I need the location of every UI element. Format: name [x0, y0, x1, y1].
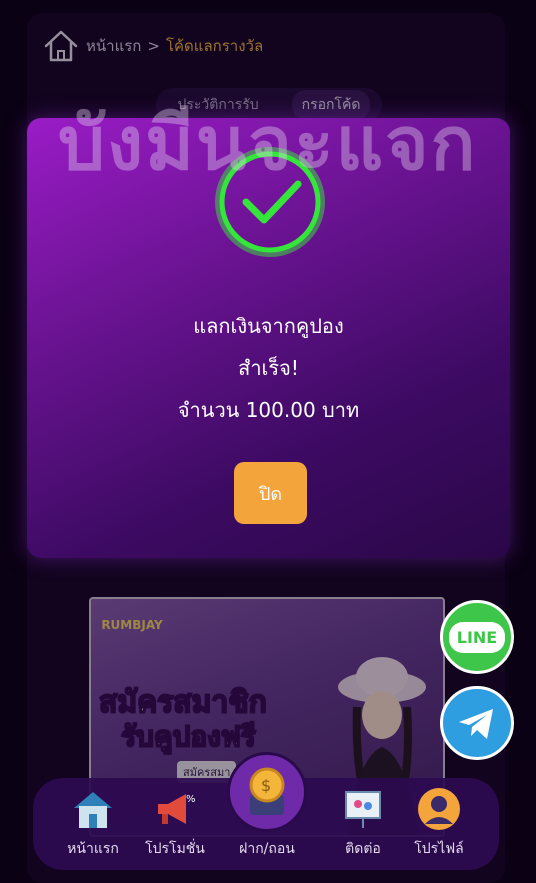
svg-text:%: % [186, 794, 196, 805]
profile-icon [418, 788, 460, 830]
megaphone-icon: % [158, 794, 196, 824]
success-dialog: แลกเงินจากคูปอง สำเร็จ! จำนวน 100.00 บาท… [27, 118, 510, 558]
line-icon: LINE [448, 621, 506, 653]
deposit-circle: $ [227, 752, 307, 832]
dialog-amount: จำนวน 100.00 บาท [177, 398, 360, 422]
nav-promotions-label: โปรโมชั่น [145, 841, 205, 857]
house-icon [74, 792, 112, 828]
close-button[interactable]: ปิด [234, 462, 307, 524]
telegram-contact-button[interactable] [440, 686, 514, 760]
contact-board-icon [345, 791, 381, 828]
coin-icon: $ [249, 767, 285, 815]
nav-deposit-withdraw-label: ฝาก/ถอน [239, 841, 295, 857]
nav-contact-label: ติดต่อ [345, 841, 381, 857]
success-check-icon [215, 147, 325, 257]
nav-home[interactable]: หน้าแรก [53, 778, 133, 870]
nav-profile-label: โปรไฟล์ [414, 841, 464, 857]
dialog-message-line1: แลกเงินจากคูปอง [193, 314, 344, 338]
dialog-message-line2: สำเร็จ! [238, 356, 299, 380]
svg-text:$: $ [261, 776, 271, 795]
line-contact-button[interactable]: LINE [440, 600, 514, 674]
telegram-icon [459, 709, 493, 739]
nav-home-label: หน้าแรก [67, 841, 119, 857]
nav-contact[interactable]: ติดต่อ [323, 778, 403, 870]
nav-profile[interactable]: โปรไฟล์ [399, 778, 479, 870]
nav-deposit-withdraw[interactable]: $ ฝาก/ถอน [227, 752, 307, 870]
nav-promotions[interactable]: % โปรโมชั่น [135, 778, 215, 870]
bottom-nav: หน้าแรก % โปรโมชั่น $ ฝาก/ถอน ติดต่อ โปร… [33, 752, 499, 870]
